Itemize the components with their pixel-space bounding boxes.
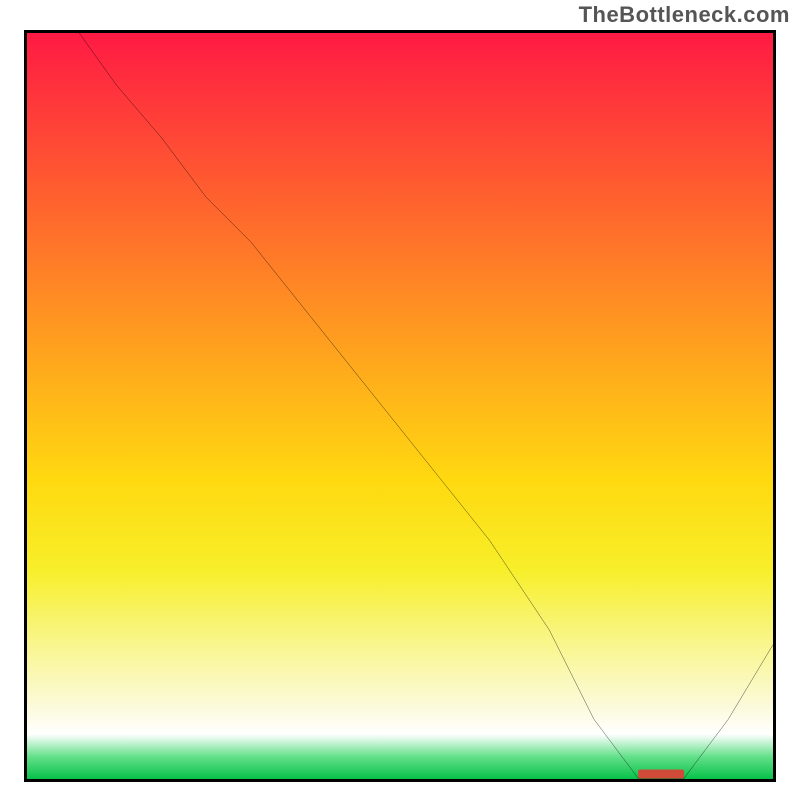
chart-root: TheBottleneck.com OPTIMUM	[0, 0, 800, 800]
optimal-marker: OPTIMUM	[638, 769, 684, 778]
bottleneck-curve	[79, 33, 773, 779]
curve-layer	[27, 33, 773, 779]
watermark: TheBottleneck.com	[579, 2, 790, 28]
plot-frame: OPTIMUM	[24, 30, 776, 782]
